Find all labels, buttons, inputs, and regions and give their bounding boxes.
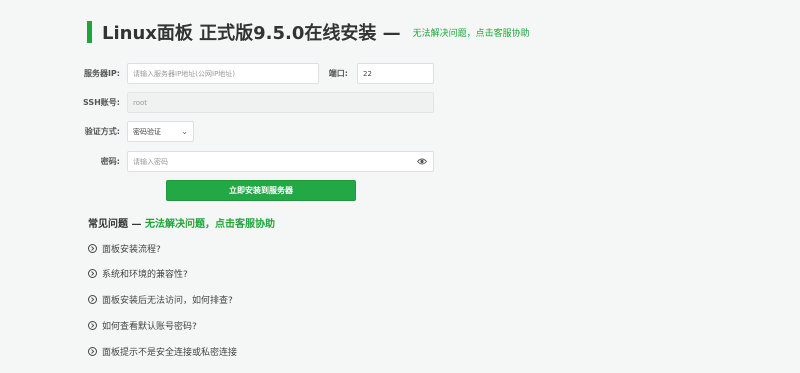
chevron-right-circle-icon bbox=[88, 268, 97, 278]
ssh-account-label: SSH账号: bbox=[82, 98, 120, 107]
help-link[interactable]: 无法解决问题，点击客服协助 bbox=[413, 26, 530, 39]
faq-item-label: 如何查看默认账号密码? bbox=[102, 321, 197, 332]
title-accent-bar bbox=[87, 21, 92, 43]
port-value: 22 bbox=[363, 69, 372, 78]
password-placeholder: 请输入密码 bbox=[133, 157, 168, 166]
chevron-right-circle-icon bbox=[88, 320, 97, 330]
chevron-right-circle-icon bbox=[88, 243, 97, 253]
ssh-account-value: root bbox=[133, 98, 148, 107]
chevron-down-icon: ⌄ bbox=[181, 127, 188, 136]
faq-item[interactable]: 面板安装流程? bbox=[88, 242, 161, 255]
faq-heading: 常见问题 — 无法解决问题，点击客服协助 bbox=[88, 215, 275, 230]
auth-method-select[interactable]: 密码验证 ⌄ bbox=[127, 121, 194, 142]
chevron-right-circle-icon bbox=[88, 346, 97, 356]
port-label: 端口: bbox=[328, 69, 348, 78]
server-ip-placeholder: 请输入服务器IP地址(公网IP地址) bbox=[133, 69, 236, 78]
faq-item[interactable]: 面板提示不是安全连接或私密连接 bbox=[88, 345, 238, 358]
ssh-account-input: root bbox=[127, 92, 434, 113]
port-input[interactable]: 22 bbox=[357, 63, 434, 84]
password-input[interactable]: 请输入密码 bbox=[127, 151, 434, 172]
faq-item-label: 面板安装流程? bbox=[102, 244, 161, 255]
page-header: Linux面板 正式版9.5.0在线安装 — 无法解决问题，点击客服协助 bbox=[87, 20, 530, 44]
faq-item[interactable]: 如何查看默认账号密码? bbox=[88, 319, 197, 332]
password-label: 密码: bbox=[100, 157, 120, 166]
page-title: Linux面板 正式版9.5.0在线安装 — bbox=[102, 23, 401, 44]
server-ip-label: 服务器IP: bbox=[83, 69, 120, 78]
faq-item[interactable]: 系统和环境的兼容性? bbox=[88, 267, 188, 280]
faq-item-label: 面板提示不是安全连接或私密连接 bbox=[102, 347, 238, 358]
faq-heading-text: 常见问题 — bbox=[88, 219, 142, 230]
faq-item-label: 系统和环境的兼容性? bbox=[102, 269, 188, 280]
faq-item[interactable]: 面板安装后无法访问，如何排查? bbox=[88, 293, 233, 306]
auth-method-selected: 密码验证 bbox=[133, 127, 161, 136]
faq-item-label: 面板安装后无法访问，如何排查? bbox=[102, 295, 233, 306]
eye-icon[interactable] bbox=[417, 158, 427, 166]
auth-method-label: 验证方式: bbox=[84, 127, 120, 136]
chevron-right-circle-icon bbox=[88, 294, 97, 304]
server-ip-input[interactable]: 请输入服务器IP地址(公网IP地址) bbox=[127, 63, 319, 84]
faq-help-link[interactable]: 无法解决问题，点击客服协助 bbox=[145, 219, 275, 230]
install-button[interactable]: 立即安装到服务器 bbox=[166, 180, 356, 201]
